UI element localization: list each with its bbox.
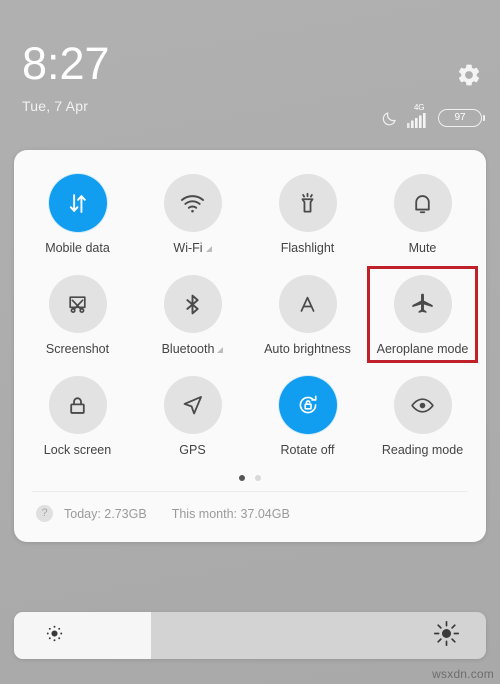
brightness-slider-fill: [14, 612, 151, 659]
data-usage-today: Today: 2.73GB: [64, 506, 147, 521]
flashlight-icon[interactable]: [278, 174, 337, 232]
tile-gps[interactable]: GPS: [135, 370, 250, 467]
clock-time: 8:27: [22, 38, 110, 89]
tile-label-text: Aeroplane mode: [376, 342, 469, 356]
tile-label: Reading mode: [382, 443, 463, 457]
network-type-label: 4G: [414, 103, 425, 112]
padlock-icon[interactable]: [48, 376, 107, 434]
rotation-lock-icon[interactable]: [278, 376, 337, 434]
eye-icon[interactable]: [393, 376, 452, 434]
gear-icon[interactable]: [456, 62, 482, 88]
tile-label: Lock screen: [44, 443, 111, 457]
tile-lock-screen[interactable]: Lock screen: [20, 370, 135, 467]
tile-rotate-off[interactable]: Rotate off: [250, 370, 365, 467]
tile-label-text: Lock screen: [43, 443, 112, 457]
chevron-expand-icon[interactable]: [205, 246, 212, 252]
signal-bars-icon: 4G: [407, 103, 429, 128]
moon-icon: [381, 110, 398, 127]
tile-label-text: Screenshot: [45, 342, 110, 356]
tile-label: Screenshot: [46, 342, 109, 356]
page-dot-2[interactable]: [255, 475, 261, 481]
aeroplane-icon[interactable]: [393, 275, 452, 333]
tile-label: Wi-Fi: [173, 241, 212, 255]
data-usage-month: This month: 37.04GB: [171, 506, 290, 521]
tile-label-text: Flashlight: [280, 241, 335, 255]
battery-level-label: 97: [454, 112, 466, 123]
brightness-slider[interactable]: [14, 612, 486, 659]
question-mark-icon[interactable]: ?: [36, 505, 53, 522]
tile-label: Flashlight: [281, 241, 335, 255]
tile-mobile-data[interactable]: Mobile data: [20, 168, 135, 265]
tile-label: Auto brightness: [264, 342, 351, 356]
tile-label: Rotate off: [281, 443, 335, 457]
tile-label-text: Reading mode: [381, 443, 464, 457]
page-indicator: [14, 469, 486, 491]
tile-label-text: Mute: [408, 241, 437, 255]
bluetooth-icon[interactable]: [163, 275, 222, 333]
mobile-data-icon[interactable]: [48, 174, 107, 232]
tile-label-text: GPS: [179, 443, 206, 457]
tile-aeroplane-mode[interactable]: Aeroplane mode: [365, 266, 480, 366]
wifi-icon[interactable]: [163, 174, 222, 232]
tile-label-text: Mobile data: [45, 241, 110, 255]
lockscreen-clock-area: 8:27 Tue, 7 Apr: [22, 38, 478, 114]
tile-label: Aeroplane mode: [377, 342, 469, 356]
tile-wifi[interactable]: Wi-Fi: [135, 168, 250, 265]
tile-label-text: Auto brightness: [264, 342, 351, 356]
page-dot-1[interactable]: [239, 475, 245, 481]
brightness-low-icon: [44, 623, 65, 649]
screenshot-icon[interactable]: [48, 275, 107, 333]
chevron-expand-icon[interactable]: [217, 347, 224, 353]
tile-bluetooth[interactable]: Bluetooth: [135, 269, 250, 366]
quick-settings-panel: Mobile data Wi-Fi Flashlight Mute Screen…: [14, 150, 486, 542]
tile-screenshot[interactable]: Screenshot: [20, 269, 135, 366]
battery-indicator: 97: [438, 109, 485, 127]
quick-settings-tile-grid: Mobile data Wi-Fi Flashlight Mute Screen…: [14, 150, 486, 469]
tile-mute[interactable]: Mute: [365, 168, 480, 265]
tile-flashlight[interactable]: Flashlight: [250, 168, 365, 265]
auto-brightness-icon[interactable]: [278, 275, 337, 333]
tile-label: Bluetooth: [162, 342, 224, 356]
location-arrow-icon[interactable]: [163, 376, 222, 434]
tile-reading-mode[interactable]: Reading mode: [365, 370, 480, 467]
tile-label-text: Rotate off: [280, 443, 335, 457]
brightness-high-icon: [433, 620, 460, 652]
tile-label: Mobile data: [45, 241, 110, 255]
data-usage-row[interactable]: ? Today: 2.73GB This month: 37.04GB: [14, 492, 486, 532]
tile-label-text: Wi-Fi: [173, 241, 203, 255]
bell-icon[interactable]: [393, 174, 452, 232]
watermark: wsxdn.com: [432, 667, 494, 681]
tile-label-text: Bluetooth: [161, 342, 215, 356]
tile-auto-brightness[interactable]: Auto brightness: [250, 269, 365, 366]
tile-label: GPS: [179, 443, 205, 457]
status-bar-icons: 4G 97: [381, 103, 485, 128]
tile-label: Mute: [409, 241, 437, 255]
phone-screen: 8:27 Tue, 7 Apr 4G 97 Mobile data Wi-Fi …: [0, 0, 500, 684]
